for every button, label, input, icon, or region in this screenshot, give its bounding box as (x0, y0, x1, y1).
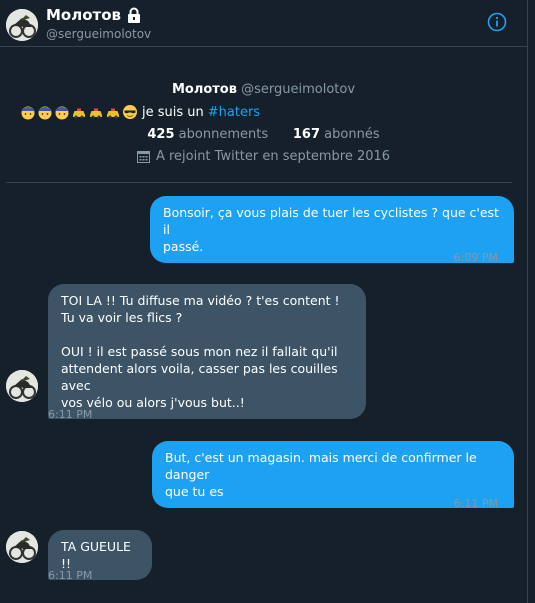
message-line: Bonsoir, ça vous plais de tuer les cycli… (163, 205, 499, 237)
police-officer-emoji-icon (21, 106, 35, 120)
avatar[interactable] (6, 531, 38, 563)
message-time: 6:09 PM (453, 251, 498, 264)
police-car-emoji-icon (107, 108, 119, 119)
message-line: TA GUEULE !! (61, 539, 131, 571)
message-time: 6:11 PM (48, 408, 93, 421)
message-line: Tu va voir les flics ? (61, 310, 183, 325)
bio-text: je suis un (142, 104, 204, 120)
message-line: TOI LA !! Tu diffuse ma vidéo ? t'es con… (61, 293, 340, 308)
avatar[interactable] (6, 9, 38, 41)
message-line: OUI ! il est passé sous mon nez il falla… (61, 344, 338, 359)
message-line: But, c'est un magasin. mais merci de con… (165, 450, 477, 482)
conversation-header: Молотов @sergueimolotov (0, 0, 527, 47)
display-name: Молотов (46, 6, 122, 24)
joined-date: A rejoint Twitter en septembre 2016 (0, 149, 527, 164)
joined-text: A rejoint Twitter en septembre 2016 (155, 149, 391, 164)
following-label: abonnements (178, 127, 269, 142)
followers-stat[interactable]: 167 abonnés (293, 127, 380, 142)
checkmark-icon (502, 253, 513, 263)
following-count: 425 (147, 127, 175, 142)
profile-bio: je suis un #haters (20, 104, 260, 120)
info-icon[interactable] (487, 12, 507, 32)
profile-handle: @sergueimolotov (241, 82, 356, 97)
police-car-emoji-icon (73, 108, 85, 119)
followers-label: abonnés (324, 127, 380, 142)
message-line: vos vélo ou alors j'vous but..! (61, 395, 245, 410)
message-line: que tu es (165, 484, 224, 499)
message-meta: 6:09 PM (454, 251, 513, 264)
panel-border (527, 0, 528, 603)
message-meta: 6:11 PM (48, 408, 92, 421)
message-meta: 6:11 PM (48, 569, 92, 582)
police-officer-emoji-icon (38, 106, 52, 120)
avatar[interactable] (6, 370, 38, 402)
conversation-name[interactable]: Молотов (46, 6, 142, 24)
bio-hashtag-link[interactable]: #haters (208, 105, 260, 120)
message-line: attendent alors voila, casser pas les co… (61, 361, 338, 393)
profile-stats: 425 abonnements 167 abonnés (0, 127, 527, 142)
message-time: 6:11 PM (48, 569, 93, 582)
profile-card: Молотов @sergueimolotov je suis un #hate… (0, 82, 527, 164)
emoji-row (20, 104, 138, 120)
received-message-bubble[interactable]: TOI LA !! Tu diffuse ma vidéo ? t'es con… (48, 284, 366, 419)
lock-icon (128, 7, 141, 23)
following-stat[interactable]: 425 abonnements (147, 127, 268, 142)
police-officer-emoji-icon (55, 106, 69, 120)
divider (6, 182, 512, 183)
checkmark-icon (502, 499, 513, 509)
calendar-icon (136, 151, 150, 163)
conversation-handle: @sergueimolotov (46, 27, 152, 41)
followers-count: 167 (292, 127, 321, 142)
profile-title[interactable]: Молотов @sergueimolotov (0, 82, 527, 97)
message-line: passé. (163, 239, 204, 254)
police-car-emoji-icon (90, 108, 102, 119)
profile-name: Молотов (171, 82, 237, 97)
message-meta: 6:11 PM (454, 497, 513, 510)
message-time: 6:11 PM (453, 497, 498, 510)
sunglasses-face-emoji-icon (123, 105, 137, 119)
message-line (61, 326, 353, 343)
